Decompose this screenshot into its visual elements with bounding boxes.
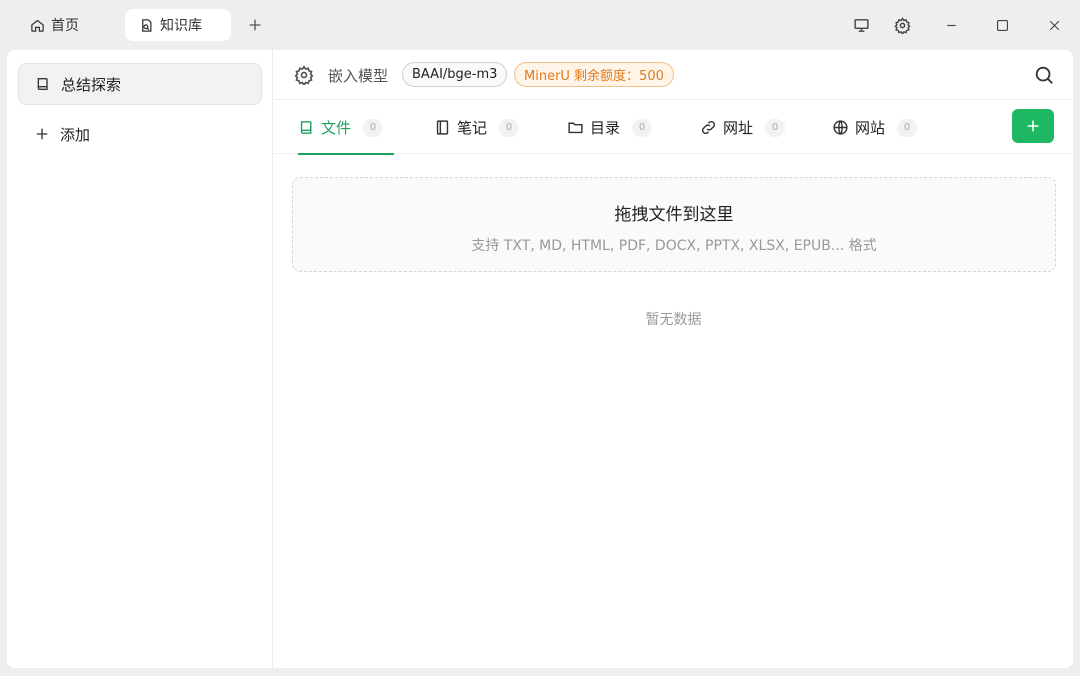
- empty-state-text: 暂无数据: [645, 312, 702, 328]
- tab-files-count: 0: [363, 118, 384, 137]
- close-icon: [1049, 20, 1059, 30]
- tab-directory-count: 0: [632, 118, 653, 137]
- file-dropzone[interactable]: 拖拽文件到这里 支持 TXT, MD, HTML, PDF, DOCX, PPT…: [292, 177, 1056, 272]
- dropzone-title: 拖拽文件到这里: [614, 205, 734, 225]
- link-icon: [701, 120, 716, 135]
- tab-directory[interactable]: 目录 0: [567, 101, 653, 154]
- tab-website-count: 0: [897, 118, 918, 137]
- new-tab-button[interactable]: [244, 14, 266, 36]
- home-icon: [31, 19, 44, 32]
- plus-icon: [1027, 120, 1039, 132]
- tab-website-label: 网站: [855, 119, 886, 137]
- tab-home[interactable]: 首页: [16, 9, 93, 41]
- knowledge-topbar: 嵌入模型 BAAI/bge-m3 MinerU 剩余额度：500: [274, 50, 1073, 100]
- tab-knowledge[interactable]: 知识库: [125, 9, 231, 41]
- plus-icon: [36, 128, 48, 140]
- content-area: 嵌入模型 BAAI/bge-m3 MinerU 剩余额度：500 文件 0 笔记…: [274, 50, 1073, 668]
- sidebar-add-label: 添加: [60, 125, 91, 144]
- display-button[interactable]: [850, 14, 872, 36]
- sidebar: 总结探索 添加: [7, 50, 273, 668]
- dropzone-subtitle: 支持 TXT, MD, HTML, PDF, DOCX, PPTX, XLSX,…: [471, 238, 877, 254]
- search-icon[interactable]: [1033, 64, 1055, 86]
- sidebar-add-button[interactable]: 添加: [18, 113, 262, 155]
- sidebar-item-summary[interactable]: 总结探索: [18, 63, 262, 105]
- book-icon: [300, 121, 312, 134]
- add-file-button[interactable]: [1012, 109, 1054, 143]
- content-tabs: 文件 0 笔记 0 目录 0 网址 0 网站 0: [274, 101, 1073, 155]
- folder-icon: [568, 122, 583, 134]
- tab-url[interactable]: 网址 0: [700, 101, 786, 154]
- tab-files[interactable]: 文件 0: [298, 101, 394, 155]
- minimize-icon: [946, 24, 956, 26]
- tab-home-label: 首页: [51, 18, 79, 34]
- sidebar-item-label: 总结探索: [61, 75, 122, 94]
- main-panel: 总结探索 添加 嵌入模型 BAAI/bge-m3 MinerU 剩余额度：500…: [7, 50, 1073, 668]
- minimize-button[interactable]: [940, 14, 962, 36]
- tab-url-count: 0: [765, 118, 786, 137]
- tab-notes[interactable]: 笔记 0: [434, 101, 520, 154]
- settings-button[interactable]: [891, 14, 913, 36]
- plus-icon: [249, 19, 261, 31]
- tab-website[interactable]: 网站 0: [832, 101, 918, 154]
- gear-icon: [893, 16, 911, 34]
- embed-model-badge[interactable]: BAAI/bge-m3: [402, 62, 508, 87]
- tab-knowledge-label: 知识库: [160, 18, 202, 34]
- title-bar: 首页 知识库: [0, 0, 1080, 50]
- book-icon: [37, 78, 48, 90]
- knowledge-file-icon: [142, 18, 152, 32]
- maximize-icon: [996, 19, 1008, 31]
- quota-badge: MinerU 剩余额度：500: [514, 62, 674, 87]
- embed-model-label: 嵌入模型: [328, 67, 389, 85]
- tab-files-label: 文件: [321, 119, 352, 137]
- maximize-button[interactable]: [991, 14, 1013, 36]
- tab-url-label: 网址: [723, 119, 754, 137]
- tab-directory-label: 目录: [590, 119, 621, 137]
- gear-icon[interactable]: [294, 65, 314, 85]
- monitor-icon: [853, 18, 869, 32]
- globe-icon: [833, 120, 848, 135]
- notebook-icon: [436, 120, 449, 135]
- tab-notes-count: 0: [499, 118, 520, 137]
- close-button[interactable]: [1043, 14, 1065, 36]
- tab-notes-label: 笔记: [457, 119, 488, 137]
